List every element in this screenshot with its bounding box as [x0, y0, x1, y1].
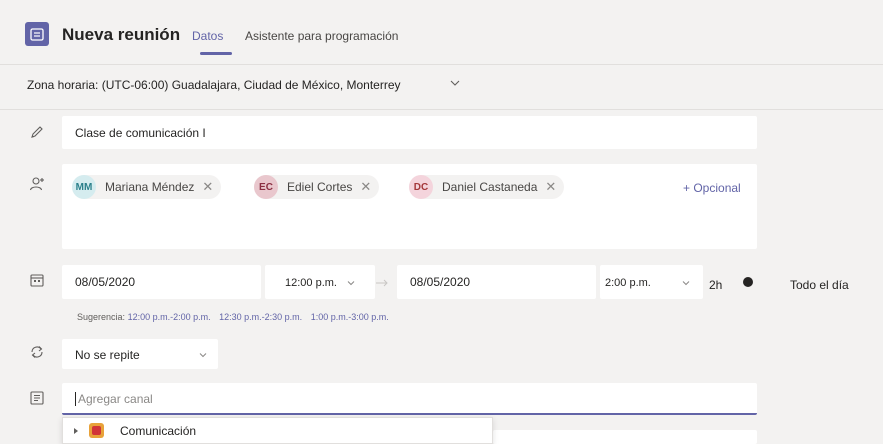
suggestion-label: Sugerencia: [77, 312, 126, 322]
attendee-chip-mariana[interactable]: MM Mariana Méndez ✕ [72, 175, 222, 199]
team-icon [89, 423, 104, 438]
arrow-right-icon [376, 279, 388, 287]
channel-dropdown[interactable]: Comunicación [62, 417, 493, 444]
remove-attendee-icon[interactable]: ✕ [545, 179, 556, 195]
start-date-value: 08/05/2020 [75, 275, 136, 289]
chevron-down-icon[interactable] [449, 77, 461, 89]
page-title: Nueva reunión [62, 25, 181, 44]
end-date-input[interactable]: 08/05/2020 [397, 265, 596, 299]
add-person-icon [29, 177, 44, 191]
all-day-toggle[interactable] [742, 276, 766, 288]
attendee-name: Ediel Cortes [287, 180, 353, 194]
chevron-down-icon [347, 281, 355, 286]
channel-option-label: Comunicación [120, 424, 197, 438]
repeat-select[interactable]: No se repite [62, 339, 218, 369]
tab-scheduling-assistant[interactable]: Asistente para programación [245, 29, 398, 43]
description-field[interactable] [493, 430, 757, 444]
end-time-select[interactable]: 2:00 p.m. [600, 265, 703, 299]
meeting-title-value: Clase de comunicación I [75, 126, 206, 140]
optional-attendees-link[interactable]: + Opcional [683, 181, 741, 195]
text-cursor [75, 392, 76, 406]
attendee-chip-ediel[interactable]: EC Ediel Cortes ✕ [254, 175, 380, 199]
start-date-input[interactable]: 08/05/2020 [62, 265, 261, 299]
remove-attendee-icon[interactable]: ✕ [202, 179, 213, 195]
pencil-icon [31, 126, 43, 138]
duration-label: 2h [709, 278, 723, 292]
attendee-chip-daniel[interactable]: DC Daniel Castaneda ✕ [409, 175, 565, 199]
all-day-label: Todo el día [790, 278, 849, 292]
header: Nueva reunión Datos Asistente para progr… [0, 0, 883, 64]
suggestion-row: Sugerencia: 12:00 p.m.-2:00 p.m. 12:30 p… [77, 312, 395, 322]
avatar: MM [72, 175, 96, 199]
suggestion-slot[interactable]: 12:30 p.m.-2:30 p.m. [219, 312, 302, 322]
attendee-name: Daniel Castaneda [442, 180, 538, 194]
end-date-value: 08/05/2020 [410, 275, 471, 289]
active-tab-indicator [200, 52, 232, 55]
calendar-app-icon [25, 22, 49, 46]
suggestion-slot[interactable]: 1:00 p.m.-3:00 p.m. [311, 312, 389, 322]
chevron-down-icon [199, 353, 207, 358]
tab-datos[interactable]: Datos [192, 29, 223, 43]
timezone-label: Zona horaria: (UTC-06:00) Guadalajara, C… [27, 78, 401, 92]
expand-caret-icon[interactable] [73, 427, 79, 435]
start-time-select[interactable]: 12:00 p.m. [265, 265, 375, 299]
channel-input[interactable]: Agregar canal [62, 383, 757, 415]
channel-placeholder: Agregar canal [78, 392, 153, 406]
suggestion-slot[interactable]: 12:00 p.m.-2:00 p.m. [128, 312, 211, 322]
repeat-icon [31, 346, 43, 358]
end-time-value: 2:00 p.m. [605, 277, 651, 289]
remove-attendee-icon[interactable]: ✕ [360, 179, 371, 195]
timezone-row[interactable]: Zona horaria: (UTC-06:00) Guadalajara, C… [0, 64, 883, 110]
chevron-down-icon [682, 281, 690, 286]
avatar: EC [254, 175, 278, 199]
calendar-icon [30, 274, 44, 287]
repeat-value: No se repite [75, 348, 140, 362]
avatar: DC [409, 175, 433, 199]
channel-icon [30, 391, 44, 405]
attendee-name: Mariana Méndez [105, 180, 195, 194]
meeting-title-input[interactable]: Clase de comunicación I [62, 116, 757, 149]
start-time-value: 12:00 p.m. [285, 277, 337, 289]
